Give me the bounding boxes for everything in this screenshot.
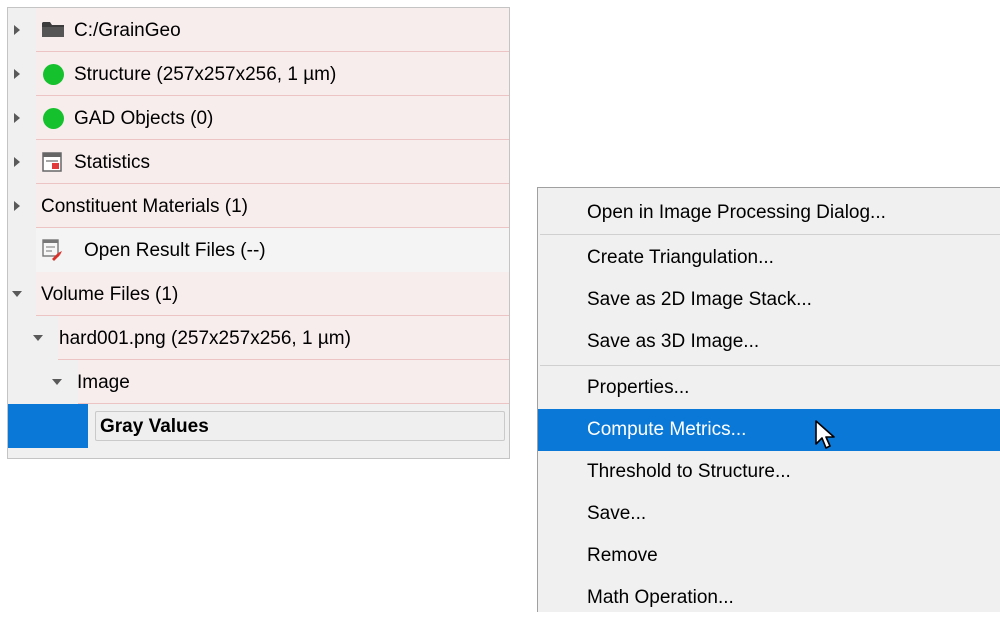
expand-arrow-icon[interactable] xyxy=(14,69,20,79)
tree-item-volume-files[interactable]: Volume Files (1) xyxy=(8,272,509,316)
result-files-icon xyxy=(42,239,62,261)
menu-item-label: Save as 3D Image... xyxy=(587,331,760,352)
expand-arrow-icon[interactable] xyxy=(14,25,20,35)
tree-item-hard001-png[interactable]: hard001.png (257x257x256, 1 µm) xyxy=(8,316,509,360)
tree-item-gad-objects[interactable]: GAD Objects (0) xyxy=(8,96,509,140)
menu-item-label: Compute Metrics... xyxy=(587,419,747,440)
tree-item-label: C:/GrainGeo xyxy=(74,20,181,41)
menu-item-label: Math Operation... xyxy=(587,587,734,608)
project-tree-panel: C:/GrainGeo Structure (257x257x256, 1 µm… xyxy=(7,7,510,459)
menu-item-save-as-3d-image[interactable]: Save as 3D Image... xyxy=(538,321,1000,363)
collapse-arrow-icon[interactable] xyxy=(12,291,22,297)
menu-item-math-operation[interactable]: Math Operation... xyxy=(538,577,1000,619)
tree-item-gray-values[interactable]: Gray Values xyxy=(8,404,509,448)
menu-item-label: Properties... xyxy=(587,377,690,398)
tree-item-label: Structure (257x257x256, 1 µm) xyxy=(74,64,337,85)
menu-item-label: Threshold to Structure... xyxy=(587,461,791,482)
menu-item-properties[interactable]: Properties... xyxy=(538,367,1000,409)
menu-item-label: Open in Image Processing Dialog... xyxy=(587,202,886,223)
menu-item-create-triangulation[interactable]: Create Triangulation... xyxy=(538,237,1000,279)
expand-arrow-icon[interactable] xyxy=(14,201,20,211)
menu-item-label: Remove xyxy=(587,545,658,566)
green-status-dot-icon xyxy=(43,64,64,85)
tree-item-graingeo[interactable]: C:/GrainGeo xyxy=(8,8,509,52)
tree-item-image[interactable]: Image xyxy=(8,360,509,404)
menu-separator xyxy=(540,365,1000,366)
tree-item-constituent-materials[interactable]: Constituent Materials (1) xyxy=(8,184,509,228)
row-background xyxy=(78,360,509,404)
menu-item-compute-metrics[interactable]: Compute Metrics... xyxy=(538,409,1000,451)
folder-icon xyxy=(42,22,64,37)
expand-arrow-icon[interactable] xyxy=(14,113,20,123)
tree-item-structure[interactable]: Structure (257x257x256, 1 µm) xyxy=(8,52,509,96)
tree-item-label: Volume Files (1) xyxy=(41,284,179,305)
tree-item-label: GAD Objects (0) xyxy=(74,108,214,129)
menu-item-label: Create Triangulation... xyxy=(587,247,774,268)
mouse-cursor-icon xyxy=(815,420,835,449)
collapse-arrow-icon[interactable] xyxy=(33,335,43,341)
context-menu: Open in Image Processing Dialog... Creat… xyxy=(537,187,1000,612)
menu-item-remove[interactable]: Remove xyxy=(538,535,1000,577)
menu-item-open-in-image-processing-dialog[interactable]: Open in Image Processing Dialog... xyxy=(538,192,1000,234)
menu-item-save[interactable]: Save... xyxy=(538,493,1000,535)
tree-item-label: Gray Values xyxy=(100,416,209,437)
statistics-icon xyxy=(42,152,62,172)
tree-item-statistics[interactable]: Statistics xyxy=(8,140,509,184)
collapse-arrow-icon[interactable] xyxy=(52,379,62,385)
tree-item-label: Statistics xyxy=(74,152,151,173)
green-status-dot-icon xyxy=(43,108,64,129)
tree-item-label: hard001.png (257x257x256, 1 µm) xyxy=(59,328,351,349)
expand-arrow-icon[interactable] xyxy=(14,157,20,167)
tree-item-label: Constituent Materials (1) xyxy=(41,196,248,217)
tree-item-label: Image xyxy=(77,372,130,393)
menu-item-threshold-to-structure[interactable]: Threshold to Structure... xyxy=(538,451,1000,493)
menu-item-save-as-2d-image-stack[interactable]: Save as 2D Image Stack... xyxy=(538,279,1000,321)
menu-separator xyxy=(540,234,1000,235)
tree-item-label: Open Result Files (--) xyxy=(84,240,266,261)
tree-item-open-result-files[interactable]: Open Result Files (--) xyxy=(8,228,509,272)
menu-item-label: Save as 2D Image Stack... xyxy=(587,289,812,310)
menu-item-label: Save... xyxy=(587,503,647,524)
selection-highlight xyxy=(8,404,88,448)
